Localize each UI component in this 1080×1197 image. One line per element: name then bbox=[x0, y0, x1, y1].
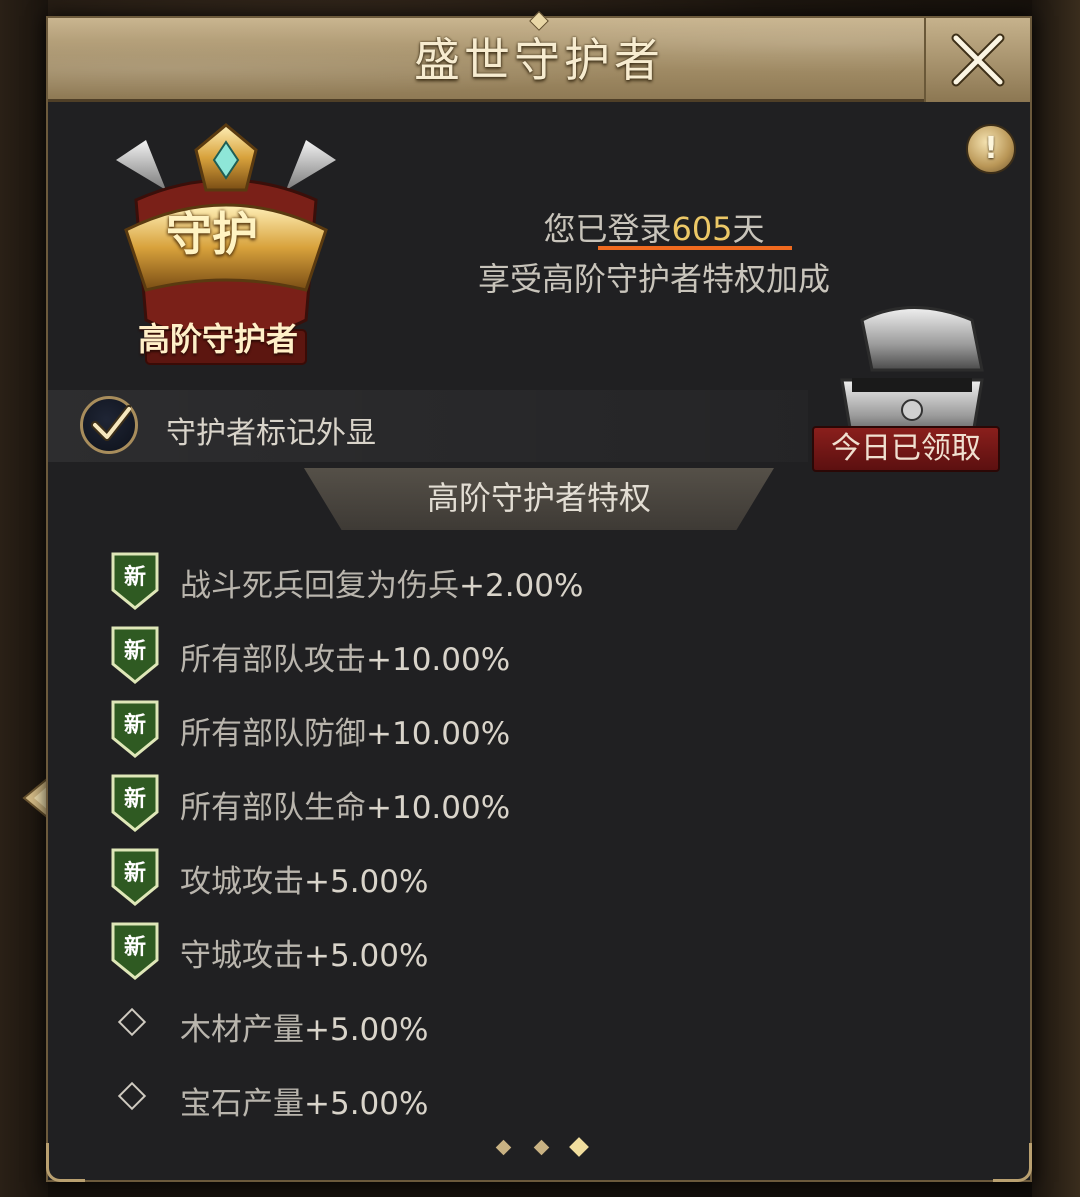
login-days-text: 您已登录605天 bbox=[444, 204, 864, 250]
perk-value: +10.00% bbox=[366, 716, 511, 752]
perk-value: +5.00% bbox=[304, 1086, 429, 1122]
close-icon bbox=[951, 33, 1005, 87]
perk-text: 所有部队攻击+10.00% bbox=[180, 634, 510, 679]
perk-value: +5.00% bbox=[304, 1012, 429, 1048]
perk-row: 宝石产量+5.00% bbox=[110, 1068, 990, 1128]
new-badge-icon: 新 bbox=[111, 922, 159, 980]
svg-text:新: 新 bbox=[124, 712, 146, 738]
perk-name: 攻城攻击 bbox=[180, 864, 304, 900]
exclamation-icon: ! bbox=[984, 131, 998, 166]
background-left bbox=[0, 0, 48, 1197]
perk-name: 木材产量 bbox=[180, 1012, 304, 1048]
perk-name: 所有部队防御 bbox=[180, 716, 366, 752]
panel-header: 盛世守护者 bbox=[48, 11, 1030, 102]
perk-text: 宝石产量+5.00% bbox=[180, 1078, 428, 1123]
perk-text: 所有部队生命+10.00% bbox=[180, 782, 510, 827]
page-title: 盛世守护者 bbox=[414, 33, 664, 87]
close-button[interactable] bbox=[924, 18, 1030, 102]
guardian-mark-toggle[interactable]: 守护者标记外显 bbox=[48, 390, 808, 462]
perk-row: 新 所有部队攻击+10.00% bbox=[110, 624, 990, 684]
svg-text:新: 新 bbox=[124, 934, 146, 960]
svg-text:新: 新 bbox=[124, 786, 146, 812]
login-days-value: 605 bbox=[671, 210, 733, 248]
bonus-text: 享受高阶守护者特权加成 bbox=[477, 260, 830, 298]
corner-ornament-left bbox=[46, 1143, 85, 1182]
emblem-rank-label: 高阶守护者 bbox=[138, 320, 299, 358]
page-dot[interactable] bbox=[533, 1139, 550, 1156]
svg-text:新: 新 bbox=[124, 638, 146, 664]
perk-name: 宝石产量 bbox=[180, 1086, 304, 1122]
login-suffix: 天 bbox=[732, 210, 765, 248]
checkmark-icon bbox=[91, 405, 131, 441]
perk-text: 所有部队防御+10.00% bbox=[180, 708, 510, 753]
diamond-bullet-icon bbox=[117, 1007, 147, 1037]
perk-value: +10.00% bbox=[366, 642, 511, 678]
perk-value: +5.00% bbox=[304, 938, 429, 974]
perk-row: 新 攻城攻击+5.00% bbox=[110, 846, 990, 906]
perk-text: 守城攻击+5.00% bbox=[180, 930, 428, 975]
checkbox-checked[interactable] bbox=[80, 396, 138, 454]
new-badge-icon: 新 bbox=[111, 626, 159, 684]
perk-name: 守城攻击 bbox=[180, 938, 304, 974]
background-right bbox=[1032, 0, 1080, 1197]
perk-value: +10.00% bbox=[366, 790, 511, 826]
login-underline bbox=[598, 246, 792, 250]
new-badge-icon: 新 bbox=[111, 848, 159, 906]
login-prefix: 您已登录 bbox=[543, 210, 672, 248]
perk-text: 攻城攻击+5.00% bbox=[180, 856, 428, 901]
perk-row: 新 守城攻击+5.00% bbox=[110, 920, 990, 980]
info-button[interactable]: ! bbox=[966, 124, 1016, 174]
perk-name: 所有部队生命 bbox=[180, 790, 366, 826]
page-dot-active[interactable] bbox=[569, 1137, 589, 1157]
perk-name: 所有部队攻击 bbox=[180, 642, 366, 678]
perk-text: 战斗死兵回复为伤兵+2.00% bbox=[180, 560, 583, 605]
page-indicator bbox=[492, 1137, 592, 1162]
perk-row: 新 所有部队防御+10.00% bbox=[110, 698, 990, 758]
corner-ornament-right bbox=[993, 1143, 1032, 1182]
perk-name: 战斗死兵回复为伤兵 bbox=[180, 568, 459, 604]
section-title: 高阶守护者特权 bbox=[426, 479, 651, 517]
new-badge-icon: 新 bbox=[111, 552, 159, 610]
guardian-panel: 盛世守护者 ! 守护 高阶守护者 您已登录605天 享受高阶守护者特权加成 今日… bbox=[46, 11, 1032, 1182]
toggle-label: 守护者标记外显 bbox=[166, 416, 376, 451]
svg-text:新: 新 bbox=[124, 860, 146, 886]
perk-value: +2.00% bbox=[459, 568, 584, 604]
claimed-status-badge: 今日已领取 bbox=[812, 426, 1000, 472]
perk-row: 新 战斗死兵回复为伤兵+2.00% bbox=[110, 550, 990, 610]
perk-row: 新 所有部队生命+10.00% bbox=[110, 772, 990, 832]
perk-row: 木材产量+5.00% bbox=[110, 994, 990, 1054]
page-dot[interactable] bbox=[495, 1139, 512, 1156]
emblem-badge-text: 守护 bbox=[166, 207, 258, 261]
perk-value: +5.00% bbox=[304, 864, 429, 900]
svg-text:新: 新 bbox=[124, 564, 146, 590]
section-header-tab: 高阶守护者特权 bbox=[304, 468, 774, 530]
perk-text: 木材产量+5.00% bbox=[180, 1004, 428, 1049]
new-badge-icon: 新 bbox=[111, 774, 159, 832]
diamond-bullet-icon bbox=[117, 1081, 147, 1111]
new-badge-icon: 新 bbox=[111, 700, 159, 758]
